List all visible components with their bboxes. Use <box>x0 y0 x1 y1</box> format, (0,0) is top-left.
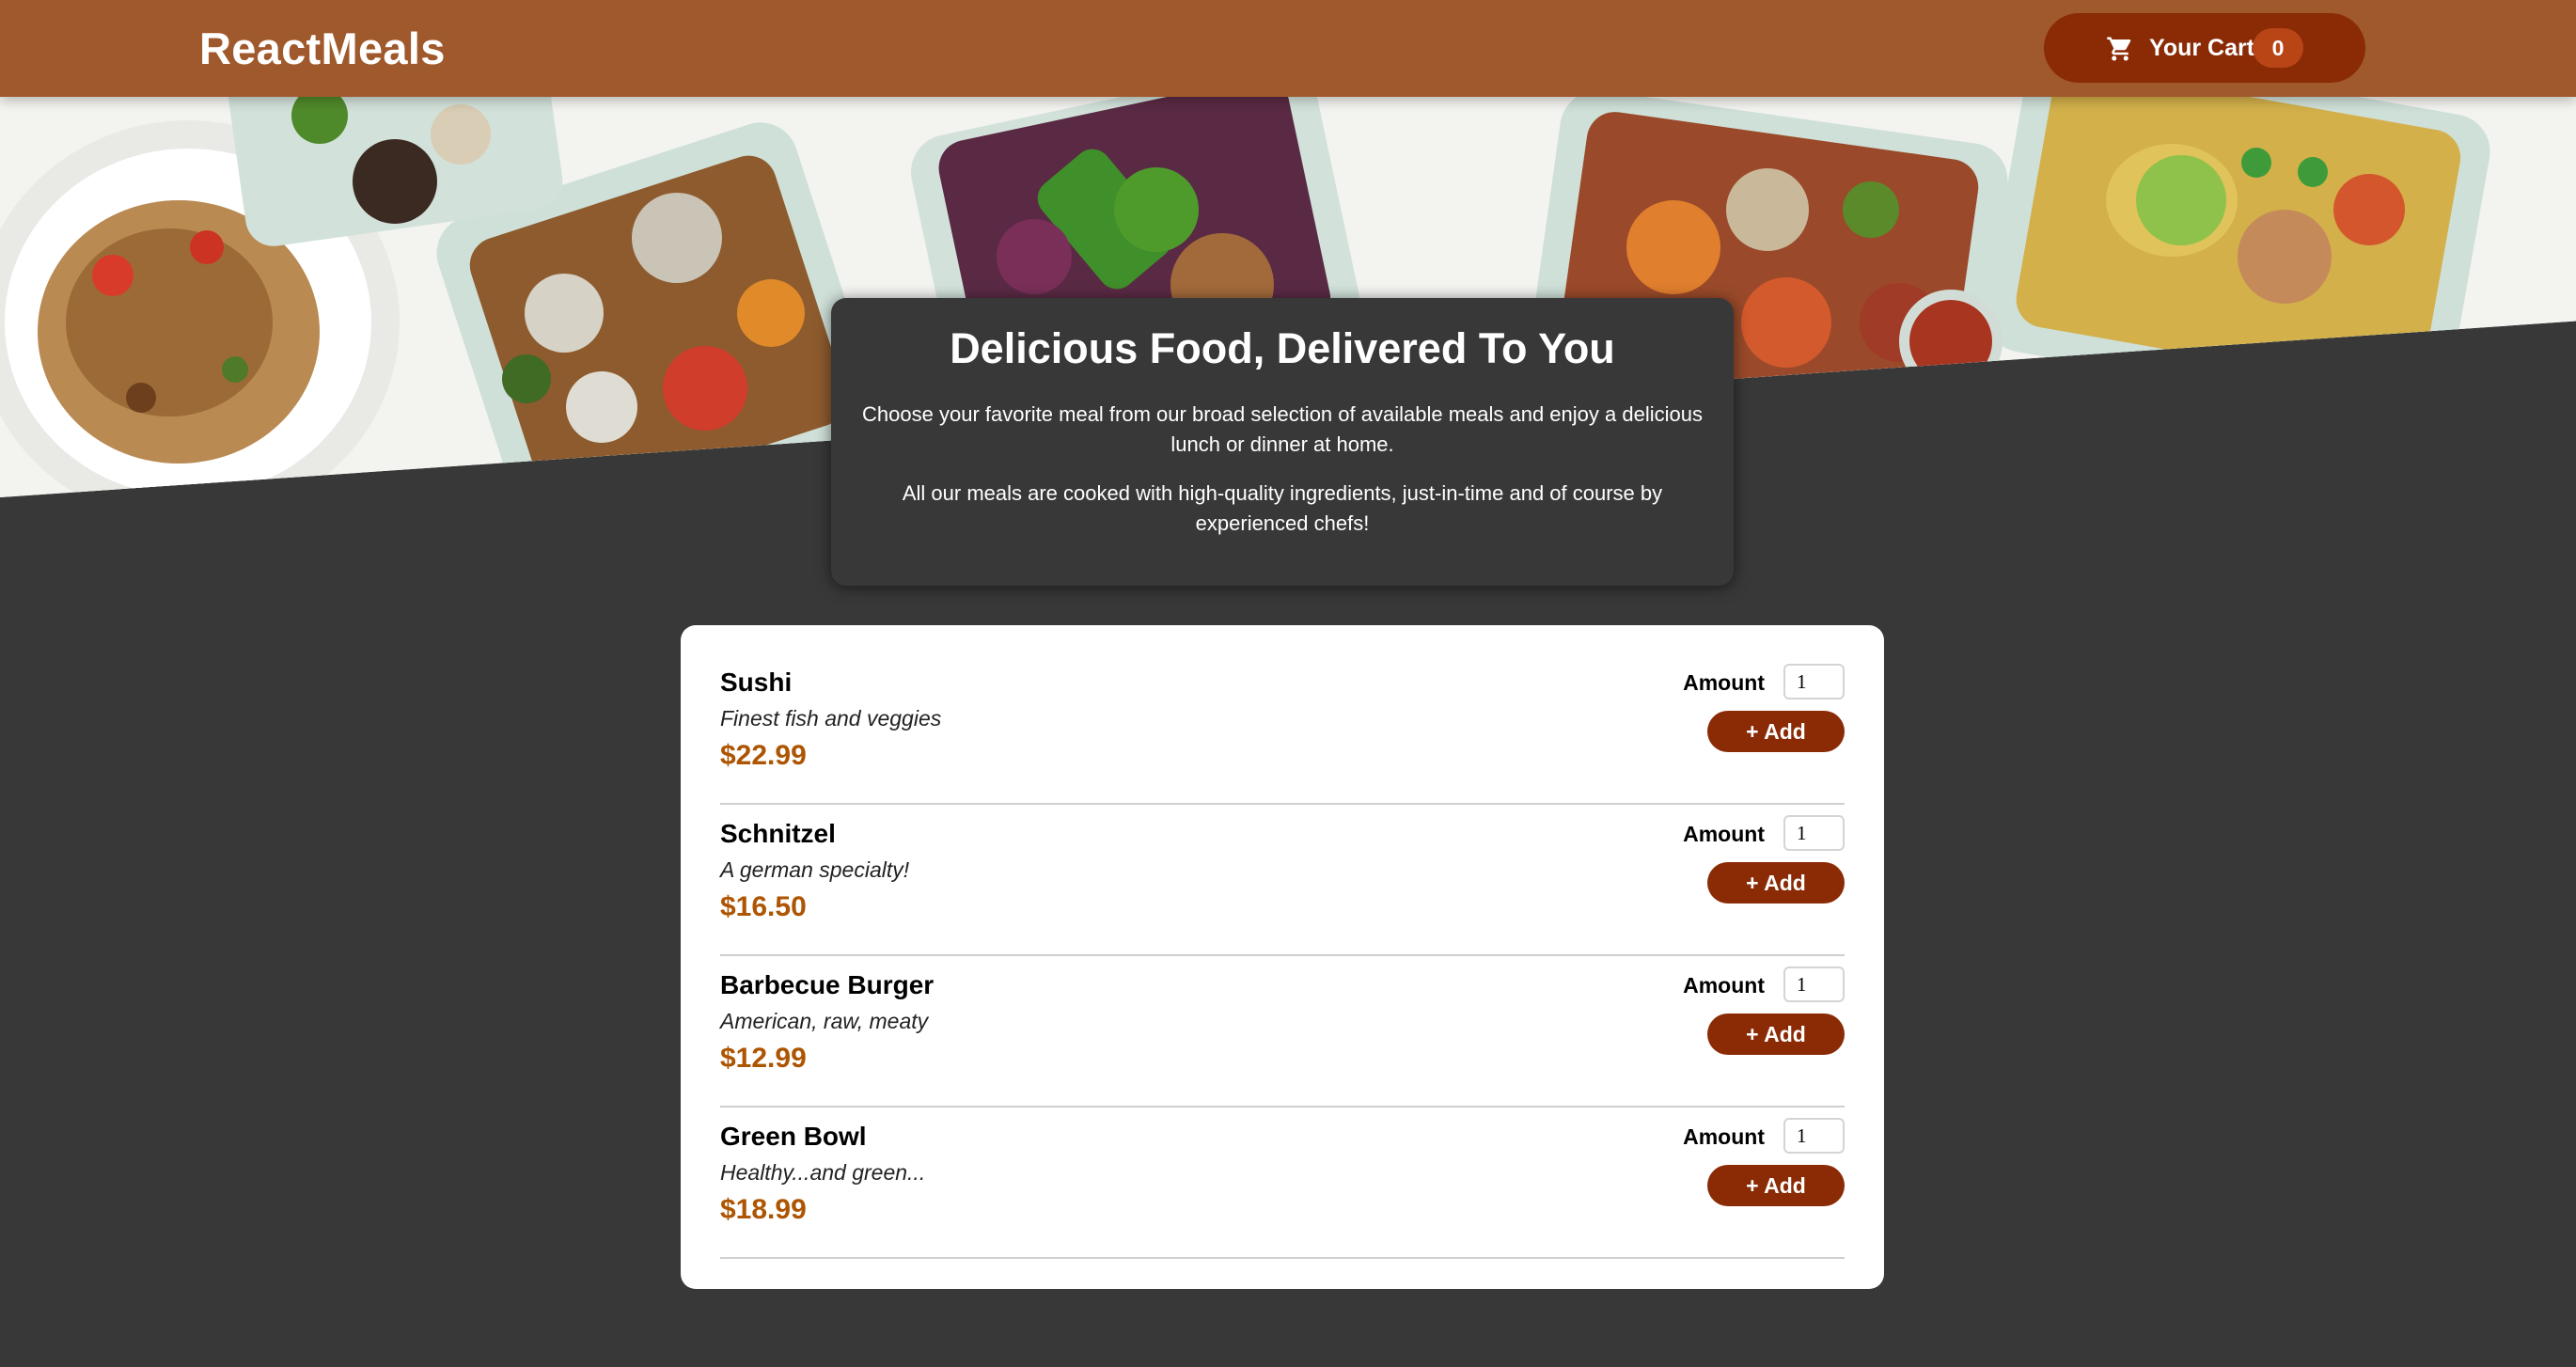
summary-paragraph-1: Choose your favorite meal from our broad… <box>862 402 1703 456</box>
hero-container-4 <box>1985 97 2490 421</box>
cart-count-badge: 0 <box>2253 28 2303 68</box>
meal-description: Healthy...and green... <box>720 1160 926 1185</box>
cart-label: Your Cart <box>2149 35 2255 61</box>
amount-input[interactable] <box>1783 664 1845 699</box>
meal-name: Barbecue Burger <box>720 970 935 999</box>
add-to-cart-button[interactable]: + Add <box>1707 1165 1845 1206</box>
meal-price: $16.50 <box>720 891 807 922</box>
app-header: ReactMeals Your Cart 0 <box>0 0 2576 97</box>
meal-item-green-bowl: Green Bowl Healthy...and green... $18.99… <box>720 1108 1845 1259</box>
app-logo[interactable]: ReactMeals <box>199 23 446 75</box>
amount-label: Amount <box>1683 670 1765 695</box>
amount-input[interactable] <box>1783 966 1845 1002</box>
amount-label: Amount <box>1683 822 1765 846</box>
amount-label: Amount <box>1683 973 1765 998</box>
meal-item-schnitzel: Schnitzel A german specialty! $16.50 Amo… <box>720 805 1845 956</box>
add-to-cart-button[interactable]: + Add <box>1707 1013 1845 1055</box>
meals-summary: Delicious Food, Delivered To You Choose … <box>831 298 1734 586</box>
meal-description: A german specialty! <box>720 857 910 882</box>
add-to-cart-button[interactable]: + Add <box>1707 711 1845 752</box>
amount-label: Amount <box>1683 1124 1765 1149</box>
cart-icon <box>2106 35 2134 63</box>
add-to-cart-button[interactable]: + Add <box>1707 862 1845 903</box>
available-meals-card: Sushi Finest fish and veggies $22.99 Amo… <box>681 625 1884 1289</box>
cart-button[interactable]: Your Cart 0 <box>2044 13 2365 83</box>
meal-name: Green Bowl <box>720 1122 867 1151</box>
meal-price: $18.99 <box>720 1194 807 1225</box>
meal-name: Sushi <box>720 668 793 697</box>
meal-description: Finest fish and veggies <box>720 706 942 731</box>
meal-price: $12.99 <box>720 1043 807 1074</box>
meal-description: American, raw, meaty <box>720 1009 929 1033</box>
summary-paragraph-2: All our meals are cooked with high-quali… <box>902 481 1663 535</box>
meal-item-sushi: Sushi Finest fish and veggies $22.99 Amo… <box>720 653 1845 805</box>
meal-name: Schnitzel <box>720 819 836 848</box>
hero-sauce-cup <box>1899 290 2003 393</box>
meal-item-barbecue-burger: Barbecue Burger American, raw, meaty $12… <box>720 956 1845 1108</box>
meal-price: $22.99 <box>720 740 807 771</box>
amount-input[interactable] <box>1783 815 1845 851</box>
summary-title: Delicious Food, Delivered To You <box>950 324 1615 372</box>
amount-input[interactable] <box>1783 1118 1845 1154</box>
